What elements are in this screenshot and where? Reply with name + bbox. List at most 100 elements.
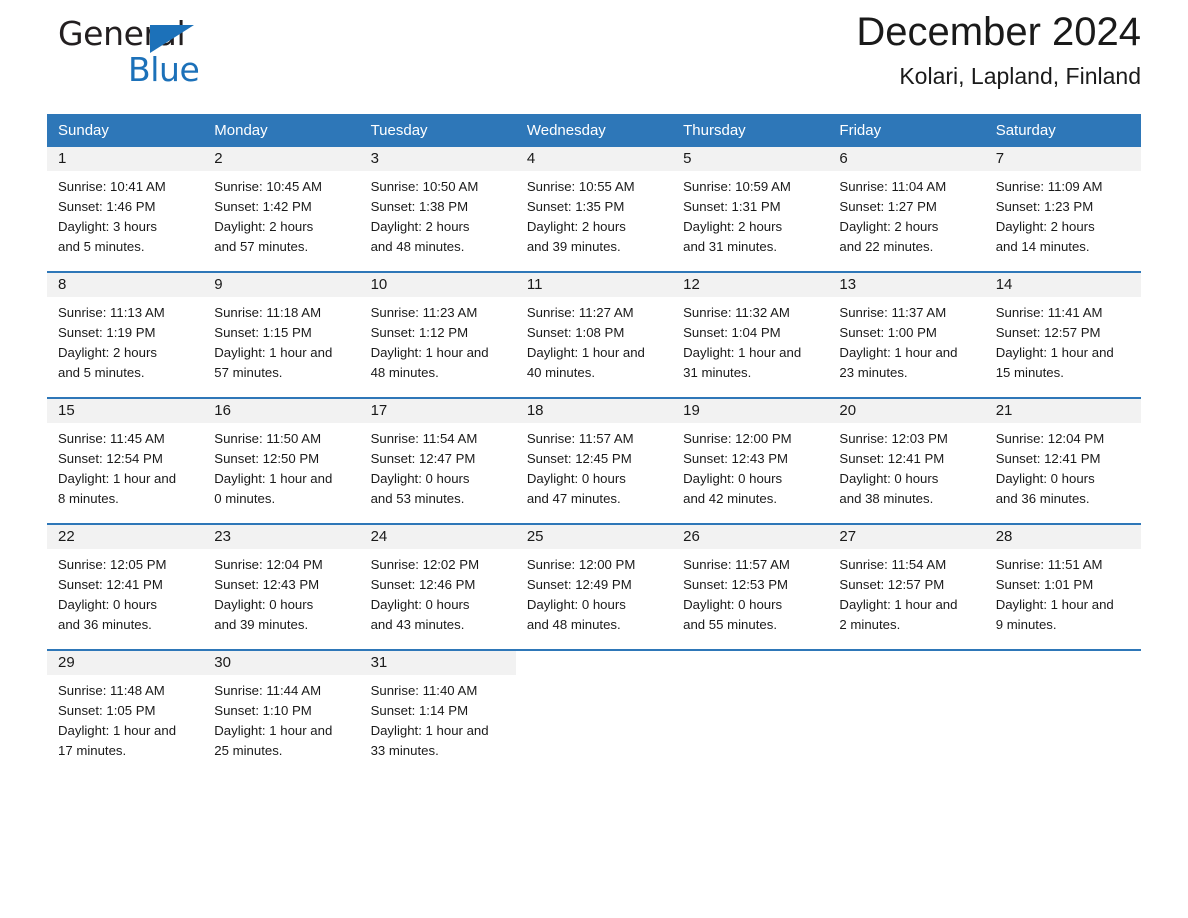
sunrise-time: Sunrise: 11:44 AM	[214, 683, 322, 698]
day-cell[interactable]: 6 Sunrise: 11:04 AM Sunset: 1:27 PM Dayligh…	[828, 147, 985, 257]
day-number-band	[515, 651, 673, 675]
day-number-band: 23	[203, 525, 360, 549]
day-cell[interactable]: 18 Sunrise: 11:57 AM Sunset: 12:45 PM Dayli…	[515, 399, 673, 509]
day-number: 1	[58, 150, 67, 167]
daylight-duration-line-1: Daylight: 1 hour and	[683, 345, 802, 360]
day-details	[828, 675, 984, 681]
day-cell[interactable]: 26 Sunrise: 11:57 AM Sunset: 12:53 PM Dayli…	[672, 525, 829, 635]
sunset-time: Sunset: 1:12 PM	[370, 325, 469, 340]
daylight-duration-line-1: Daylight: 0 hours	[683, 471, 783, 486]
day-cell-empty	[515, 651, 673, 761]
sunset-time: Sunset: 12:43 PM	[214, 577, 320, 592]
day-details: Sunrise: 11:04 AM Sunset: 1:27 PM Daylight…	[828, 171, 984, 257]
day-cell[interactable]: 9 Sunrise: 11:18 AM Sunset: 1:15 PM Dayligh…	[203, 273, 360, 383]
day-cell[interactable]: 5 Sunrise: 10:59 AM Sunset: 1:31 PM Dayligh…	[672, 147, 829, 257]
day-cell[interactable]: 29 Sunrise: 11:48 AM Sunset: 1:05 PM Daylig…	[47, 651, 204, 761]
day-cell[interactable]: 17 Sunrise: 11:54 AM Sunset: 12:47 PM Dayli…	[359, 399, 516, 509]
logo-text-blue: Blue	[128, 50, 200, 89]
sunrise-time: Sunrise: 12:02 PM	[370, 557, 480, 572]
day-details: Sunrise: 11:23 AM Sunset: 1:12 PM Daylight…	[360, 297, 516, 383]
day-cell[interactable]: 16 Sunrise: 11:50 AM Sunset: 12:50 PM Dayli…	[203, 399, 360, 509]
day-cell[interactable]: 25 Sunrise: 12:00 PM Sunset: 12:49 PM Dayli…	[515, 525, 673, 635]
day-cell[interactable]: 23 Sunrise: 12:04 PM Sunset: 12:43 PM Dayli…	[203, 525, 360, 635]
daylight-duration-line-2: 48 minutes.	[370, 365, 439, 380]
day-number: 23	[214, 528, 231, 545]
day-cell[interactable]: 13 Sunrise: 11:37 AM Sunset: 1:00 PM Daylig…	[828, 273, 985, 383]
day-details: Sunrise: 11:51 AM Sunset: 1:01 PM Daylight…	[985, 549, 1141, 635]
day-number: 18	[526, 402, 544, 419]
sunset-time: Sunset: 1:19 PM	[58, 325, 156, 340]
daylight-duration-line-2: 15 minutes.	[995, 365, 1064, 380]
sunrise-time: Sunrise: 11:18 AM	[214, 305, 322, 320]
day-number: 9	[214, 276, 223, 293]
day-cell[interactable]: 22 Sunrise: 12:05 PM Sunset: 12:41 PM Dayli…	[47, 525, 204, 635]
day-cell[interactable]: 8 Sunrise: 11:13 AM Sunset: 1:19 PM Dayligh…	[47, 273, 204, 383]
day-details: Sunrise: 11:40 AM Sunset: 1:14 PM Daylight…	[360, 675, 516, 761]
day-cell[interactable]: 2 Sunrise: 10:45 AM Sunset: 1:42 PM Dayligh…	[203, 147, 360, 257]
logo-triangle-icon	[150, 25, 194, 53]
day-cell[interactable]: 4 Sunrise: 10:55 AM Sunset: 1:35 PM Dayligh…	[515, 147, 673, 257]
day-number: 7	[995, 150, 1005, 167]
day-details: Sunrise: 11:48 AM Sunset: 1:05 PM Daylight…	[47, 675, 203, 761]
day-number: 5	[683, 150, 692, 167]
day-number-band: 30	[203, 651, 360, 675]
day-cell[interactable]: 3 Sunrise: 10:50 AM Sunset: 1:38 PM Dayligh…	[359, 147, 516, 257]
day-details: Sunrise: 11:32 AM Sunset: 1:04 PM Daylight…	[672, 297, 828, 383]
calendar-grid: Sunday Monday Tuesday Wednesday Thursday…	[47, 114, 1141, 761]
day-cell[interactable]: 11 Sunrise: 11:27 AM Sunset: 1:08 PM Daylig…	[515, 273, 673, 383]
day-cell[interactable]: 24 Sunrise: 12:02 PM Sunset: 12:46 PM Dayli…	[359, 525, 516, 635]
weekday-header-tuesday: Tuesday	[370, 122, 428, 139]
generalblue-logo[interactable]: General Blue	[47, 14, 247, 94]
day-details: Sunrise: 10:55 AM Sunset: 1:35 PM Daylight…	[516, 171, 672, 257]
sunset-time: Sunset: 1:23 PM	[995, 199, 1094, 214]
day-cell[interactable]: 31 Sunrise: 11:40 AM Sunset: 1:14 PM Daylig…	[359, 651, 516, 761]
sunrise-time: Sunrise: 12:04 PM	[214, 557, 323, 572]
sunset-time: Sunset: 1:05 PM	[58, 703, 156, 718]
day-cell-empty	[672, 651, 829, 761]
day-details: Sunrise: 12:04 PM Sunset: 12:43 PM Dayligh…	[203, 549, 359, 635]
day-cell[interactable]: 12 Sunrise: 11:32 AM Sunset: 1:04 PM Daylig…	[672, 273, 829, 383]
calendar-week-row: 1 Sunrise: 10:41 AM Sunset: 1:46 PM Dayligh…	[47, 147, 1141, 257]
day-number: 3	[370, 150, 379, 167]
day-cell[interactable]: 10 Sunrise: 11:23 AM Sunset: 1:12 PM Daylig…	[359, 273, 516, 383]
day-cell[interactable]: 15 Sunrise: 11:45 AM Sunset: 12:54 PM Dayli…	[47, 399, 204, 509]
day-cell[interactable]: 19 Sunrise: 12:00 PM Sunset: 12:43 PM Dayli…	[672, 399, 829, 509]
weekday-header-monday: Monday	[214, 122, 268, 139]
daylight-duration-line-2: 0 minutes.	[214, 491, 276, 506]
day-cell[interactable]: 7 Sunrise: 11:09 AM Sunset: 1:23 PM Dayligh…	[984, 147, 1141, 257]
calendar-page: General Blue December 2024 Kolari, Lapla…	[0, 0, 1188, 918]
day-cell[interactable]: 30 Sunrise: 11:44 AM Sunset: 1:10 PM Daylig…	[203, 651, 360, 761]
sunset-time: Sunset: 1:04 PM	[683, 325, 781, 340]
sunrise-time: Sunrise: 11:23 AM	[370, 305, 478, 320]
day-details: Sunrise: 12:03 PM Sunset: 12:41 PM Dayligh…	[828, 423, 984, 509]
day-cell[interactable]: 28 Sunrise: 11:51 AM Sunset: 1:01 PM Daylig…	[984, 525, 1141, 635]
day-number: 26	[683, 528, 700, 545]
day-cell[interactable]: 14 Sunrise: 11:41 AM Sunset: 12:57 PM Dayli…	[984, 273, 1141, 383]
sunrise-time: Sunrise: 11:40 AM	[370, 683, 478, 698]
daylight-duration-line-2: and 43 minutes.	[370, 617, 465, 632]
sunset-time: Sunset: 1:31 PM	[683, 199, 781, 214]
day-cell[interactable]: 1 Sunrise: 10:41 AM Sunset: 1:46 PM Dayligh…	[47, 147, 204, 257]
day-details: Sunrise: 10:45 AM Sunset: 1:42 PM Daylight…	[203, 171, 359, 257]
day-number: 4	[526, 150, 536, 167]
daylight-duration-line-1: Daylight: 1 hour and	[370, 723, 489, 738]
calendar-week-row: 8 Sunrise: 11:13 AM Sunset: 1:19 PM Dayligh…	[47, 271, 1141, 383]
daylight-duration-line-1: Daylight: 1 hour and	[214, 345, 333, 360]
day-number-band: 19	[672, 399, 829, 423]
day-cell[interactable]: 27 Sunrise: 11:54 AM Sunset: 12:57 PM Dayli…	[828, 525, 985, 635]
page-header: General Blue December 2024 Kolari, Lapla…	[47, 0, 1141, 112]
sunrise-time: Sunrise: 12:05 PM	[58, 557, 167, 572]
weekday-header-saturday: Saturday	[995, 122, 1056, 139]
day-cell[interactable]: 20 Sunrise: 12:03 PM Sunset: 12:41 PM Dayli…	[828, 399, 985, 509]
day-details: Sunrise: 11:27 AM Sunset: 1:08 PM Daylight…	[516, 297, 672, 383]
day-number-band: 8	[47, 273, 204, 297]
title-block: December 2024 Kolari, Lapland, Finland	[856, 6, 1141, 92]
weekday-header-wednesday: Wednesday	[526, 122, 606, 139]
day-number: 2	[214, 150, 223, 167]
sunrise-time: Sunrise: 10:50 AM	[370, 179, 479, 194]
daylight-duration-line-1: Daylight: 0 hours	[58, 597, 157, 612]
day-cell[interactable]: 21 Sunrise: 12:04 PM Sunset: 12:41 PM Dayli…	[984, 399, 1141, 509]
day-number: 19	[683, 402, 700, 419]
day-number-band: 21	[984, 399, 1141, 423]
daylight-duration-line-2: 31 minutes.	[683, 365, 752, 380]
